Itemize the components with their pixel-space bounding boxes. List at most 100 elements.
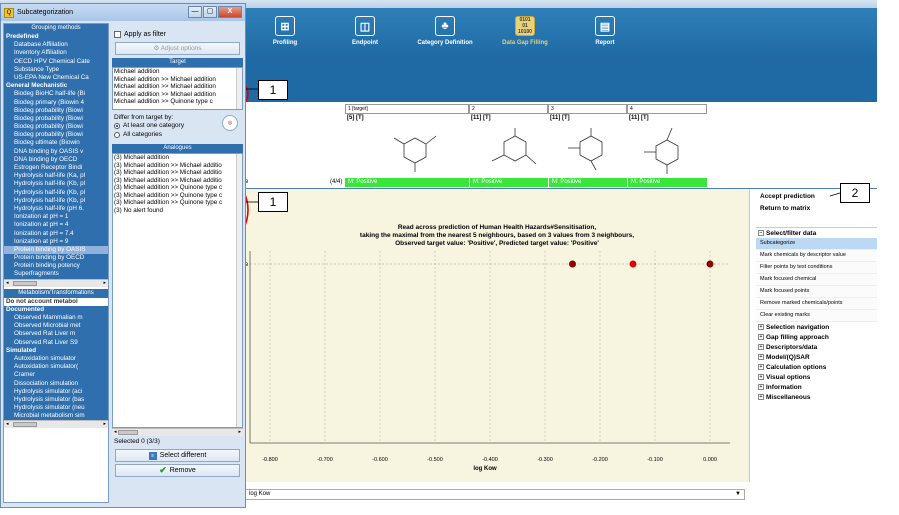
- analogues-scrollbar[interactable]: ◂ ▸: [112, 428, 243, 436]
- group-item[interactable]: DNA binding by OECD: [4, 156, 108, 164]
- group-item[interactable]: Hydrolysis simulator (aci: [4, 388, 108, 396]
- toolbar-button-category-definition[interactable]: ♣ Category Definition: [410, 12, 480, 56]
- remove-button[interactable]: ✔ Remove: [115, 464, 240, 477]
- group-item[interactable]: Biodeg primary (Biowin 4: [4, 99, 108, 107]
- analogue-list-item[interactable]: (3) Michael addition >> Michael additio: [113, 169, 242, 177]
- groups-scrollbar[interactable]: ◂ ▸: [4, 278, 108, 287]
- toolbar-button-data-gap-filling[interactable]: 0101 01 10100 Data Gap Filling: [490, 12, 560, 56]
- select-filter-section[interactable]: − Select/filter data: [756, 228, 877, 238]
- apply-as-filter-checkbox[interactable]: Apply as filter: [112, 28, 243, 40]
- maximize-button[interactable]: ▢: [203, 6, 217, 18]
- group-item[interactable]: Hydrolysis half-life (pH 6.: [4, 205, 108, 213]
- group-item[interactable]: Ionization at pH = 7.4: [4, 230, 108, 238]
- differ-mode-icon[interactable]: ◎: [222, 115, 238, 131]
- filter-action-mark-chemicals-by-descriptor-value[interactable]: Mark chemicals by descriptor value: [756, 250, 877, 262]
- filter-action-subcategorize[interactable]: Subcategorize: [756, 238, 877, 250]
- group-item[interactable]: Observed Rat Liver m: [4, 330, 108, 338]
- group-item[interactable]: US-EPA New Chemical Ca: [4, 74, 108, 82]
- group-item[interactable]: Autoxidation simulator(: [4, 363, 108, 371]
- vertical-scrollbar[interactable]: [236, 154, 242, 427]
- group-item[interactable]: Ionization at pH = 1: [4, 213, 108, 221]
- group-item[interactable]: Ionization at pH = 9: [4, 238, 108, 246]
- group-item[interactable]: Database Affiliation: [4, 41, 108, 49]
- toolbar-button-report[interactable]: ▤ Report: [570, 12, 640, 56]
- section-calculation-options[interactable]: + Calculation options: [756, 362, 877, 372]
- group-item[interactable]: Hydrolysis half-life (Ka, pl: [4, 172, 108, 180]
- analogue-list-item[interactable]: (3) Michael addition >> Quinone type c: [113, 192, 242, 200]
- group-item[interactable]: Autoxidation simulator: [4, 355, 108, 363]
- target-list-item[interactable]: Michael addition >> Quinone type c: [113, 98, 242, 106]
- group-category[interactable]: Simulated: [4, 347, 108, 355]
- group-item[interactable]: Do not account metabol: [4, 297, 108, 306]
- target-list-item[interactable]: Michael addition >> Michael addition: [113, 76, 242, 84]
- filter-action-mark-focused-points[interactable]: Mark focused points: [756, 286, 877, 298]
- group-item[interactable]: Biodeg probability (Biowi: [4, 123, 108, 131]
- group-item[interactable]: Cramer: [4, 371, 108, 379]
- group-item[interactable]: Superfragments: [4, 270, 108, 278]
- group-item[interactable]: Microbial metabolism sim: [4, 412, 108, 420]
- group-item[interactable]: Hydrolysis half-life (Kb, pl: [4, 189, 108, 197]
- filter-action-clear-existing-marks[interactable]: Clear existing marks: [756, 310, 877, 322]
- group-category[interactable]: Documented: [4, 306, 108, 314]
- group-item[interactable]: Hydrolysis simulator (bas: [4, 396, 108, 404]
- group-item[interactable]: Biodeg BioHC half-life (Bi: [4, 90, 108, 98]
- group-item[interactable]: Ionization at pH = 4: [4, 221, 108, 229]
- target-list[interactable]: Michael addition Michael addition >> Mich…: [112, 67, 243, 110]
- group-item[interactable]: Biodeg probability (Biowi: [4, 115, 108, 123]
- target-list-item[interactable]: Michael addition: [113, 68, 242, 76]
- group-item[interactable]: Protein binding by OECD: [4, 254, 108, 262]
- section-gap-filling-approach[interactable]: + Gap filling approach: [756, 332, 877, 342]
- filter-action-filter-points-by-test-conditions[interactable]: Filter points by test conditions: [756, 262, 877, 274]
- group-item[interactable]: Dissociation simulation: [4, 380, 108, 388]
- data-point[interactable]: [569, 260, 576, 268]
- target-list-item[interactable]: Michael addition >> Michael addition: [113, 83, 242, 91]
- analogue-list-item[interactable]: (3) Michael addition >> Quinone type c: [113, 199, 242, 207]
- section-selection-navigation[interactable]: + Selection navigation: [756, 322, 877, 332]
- data-point[interactable]: [706, 260, 714, 268]
- section-information[interactable]: + Information: [756, 382, 877, 392]
- dialog-title-bar[interactable]: Q Subcategorization — ▢ X: [1, 4, 245, 21]
- metabolism-scrollbar[interactable]: ◂ ▸: [4, 420, 108, 429]
- analogue-list-item[interactable]: (3) Michael addition: [113, 154, 242, 162]
- group-item[interactable]: Protein binding by OASIS: [4, 245, 108, 255]
- group-category[interactable]: General Mechanistic: [4, 82, 108, 90]
- radio-all-categories[interactable]: All categories: [112, 130, 243, 139]
- group-item[interactable]: Hydrolysis simulator (neu: [4, 404, 108, 412]
- group-category[interactable]: Predefined: [4, 33, 108, 41]
- group-item[interactable]: Inventory Affiliation: [4, 49, 108, 57]
- group-item[interactable]: Observed Microbial met: [4, 322, 108, 330]
- close-button[interactable]: X: [218, 6, 242, 18]
- group-item[interactable]: Protein binding potency: [4, 262, 108, 270]
- section-model-q-sar[interactable]: + Model/(Q)SAR: [756, 352, 877, 362]
- analogue-list-item[interactable]: (3) Michael addition >> Quinone type c: [113, 184, 242, 192]
- analogue-list-item[interactable]: (3) Michael addition >> Michael additio: [113, 177, 242, 185]
- group-item[interactable]: Biodeg probability (Biowi: [4, 131, 108, 139]
- filter-action-mark-focused-chemical[interactable]: Mark focused chemical: [756, 274, 877, 286]
- adjust-options-button[interactable]: ⚙ Adjust options: [115, 42, 240, 55]
- group-item[interactable]: OECD HPV Chemical Cate: [4, 58, 108, 66]
- section-descriptors-data[interactable]: + Descriptors/data: [756, 342, 877, 352]
- vertical-scrollbar[interactable]: [236, 68, 242, 109]
- group-item[interactable]: Biodeg ultimate (Biowin: [4, 139, 108, 147]
- axis-descriptor-select[interactable]: log Kow ▼: [245, 489, 745, 500]
- target-data-point[interactable]: [629, 260, 637, 268]
- analogue-list-item[interactable]: (3) No alert found: [113, 207, 242, 215]
- group-item[interactable]: Hydrolysis half-life (Kb, pl: [4, 180, 108, 188]
- section-miscellaneous[interactable]: + Miscellaneous: [756, 392, 877, 402]
- filter-action-remove-marked-chemicals-points[interactable]: Remove marked chemicals/points: [756, 298, 877, 310]
- group-item[interactable]: Observed Mammalian m: [4, 314, 108, 322]
- toolbar-button-profiling[interactable]: ⊞ Profiling: [250, 12, 320, 56]
- select-different-button[interactable]: ≡ Select different: [115, 449, 240, 462]
- group-item[interactable]: Estrogen Receptor Bindi: [4, 164, 108, 172]
- group-item[interactable]: Substance Type: [4, 66, 108, 74]
- target-list-item[interactable]: Michael addition >> Michael addition: [113, 91, 242, 99]
- analogues-list[interactable]: (3) Michael addition (3) Michael addition…: [112, 153, 243, 428]
- toolbar-button-endpoint[interactable]: ◫ Endpoint: [330, 12, 400, 56]
- prediction-chart[interactable]: Read across prediction of Human Health H…: [245, 189, 750, 482]
- group-item[interactable]: Hydrolysis half-life (Kb, pl: [4, 197, 108, 205]
- chevron-down-icon[interactable]: ▼: [735, 490, 741, 499]
- minimize-button[interactable]: —: [188, 6, 202, 18]
- group-item[interactable]: Observed Rat Liver S9: [4, 339, 108, 347]
- section-visual-options[interactable]: + Visual options: [756, 372, 877, 382]
- group-item[interactable]: DNA binding by OASIS v: [4, 148, 108, 156]
